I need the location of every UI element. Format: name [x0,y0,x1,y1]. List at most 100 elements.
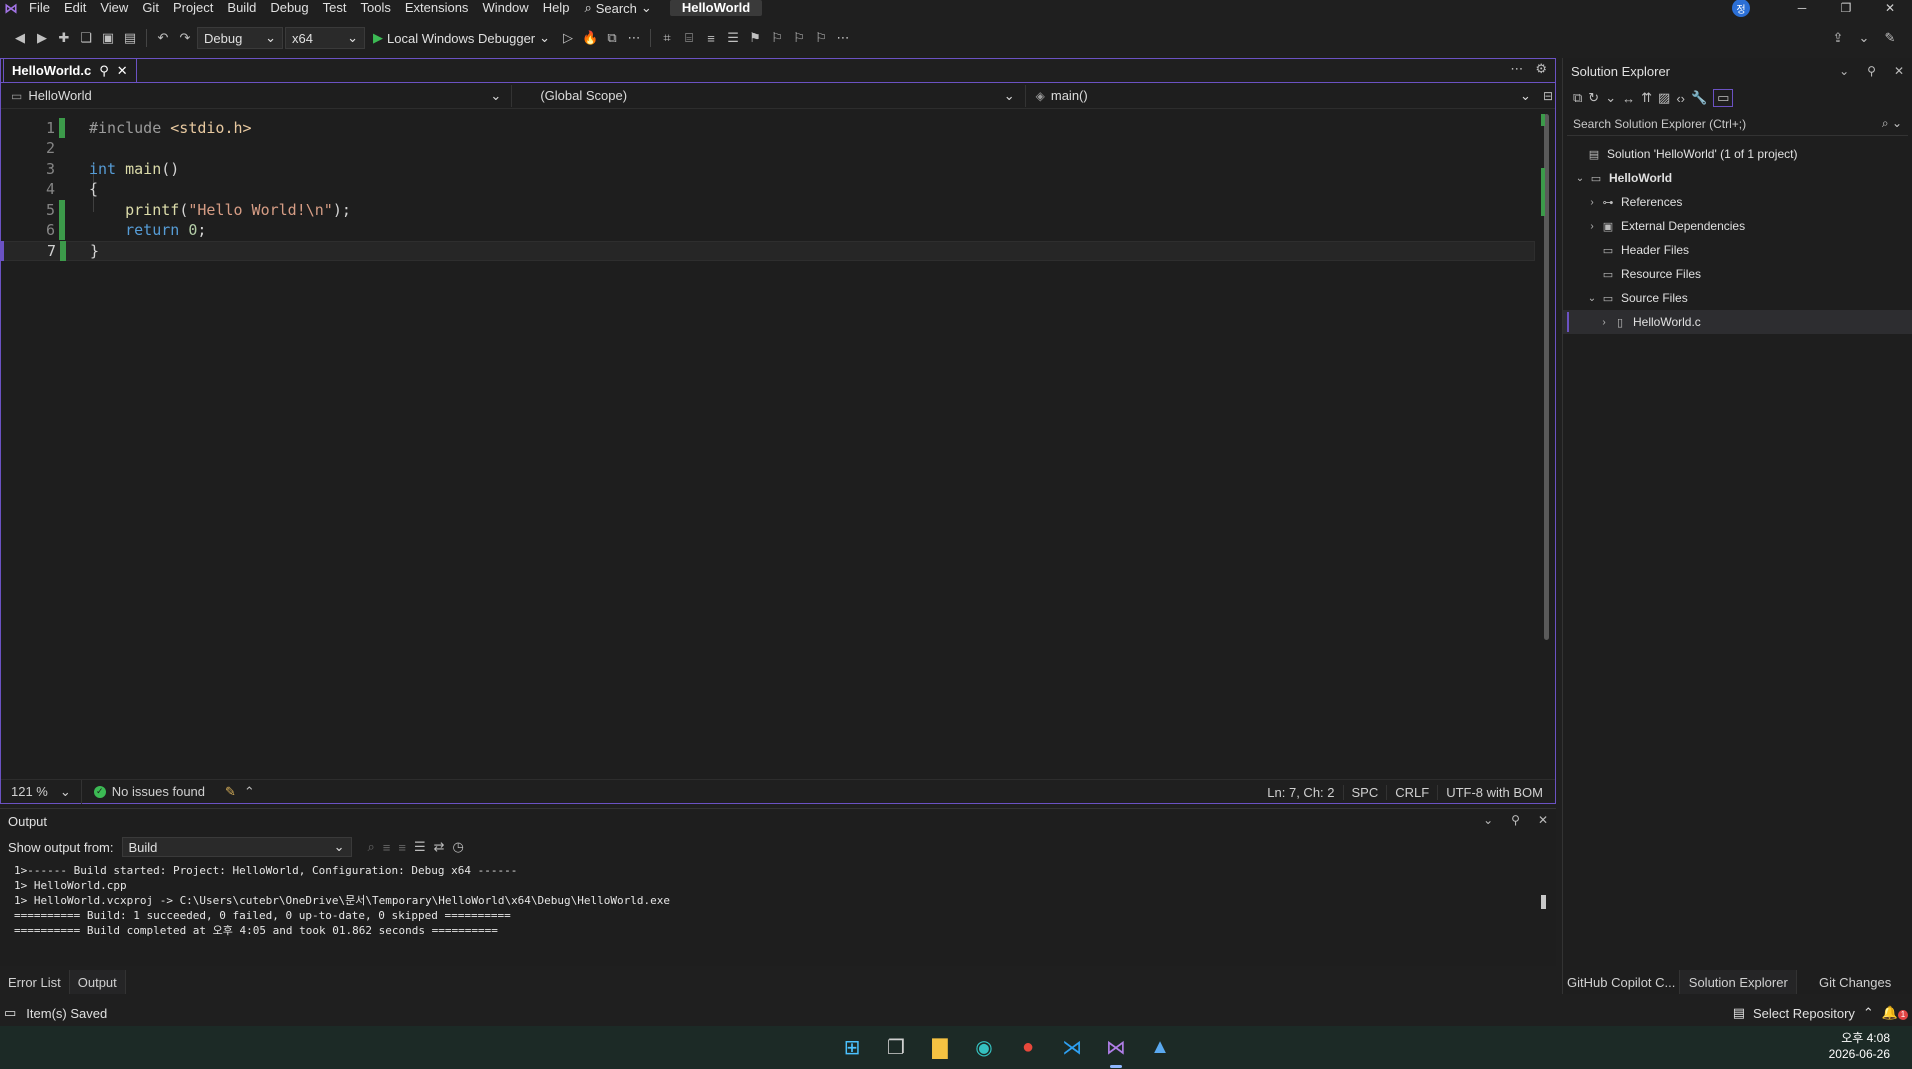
menu-project[interactable]: Project [166,0,220,16]
new-project-icon[interactable]: ✚ [54,28,74,48]
chevron-right-icon[interactable]: › [1585,197,1599,208]
chevron-down-icon[interactable]: ⌄ [1573,173,1587,184]
more-icon[interactable]: ⋯ [1510,61,1523,77]
chevron-down-icon[interactable]: ⌄ [1839,64,1849,78]
tree-item-header-files[interactable]: ▭ Header Files [1563,238,1912,262]
switch-views-icon[interactable]: ⧉ [1573,90,1582,106]
pin-icon[interactable]: ⚲ [99,63,109,79]
find-message-icon[interactable]: ⌕ [368,839,375,855]
prev-message-icon[interactable]: ≡ [383,840,391,855]
vscode-icon[interactable]: ⋊ [1058,1034,1086,1062]
preview-icon[interactable]: ▭ [1713,89,1734,107]
pin-icon[interactable]: ⚲ [1867,64,1876,78]
collapse-all-icon[interactable]: ⇈ [1641,90,1652,106]
gear-icon[interactable]: ⚙ [1535,61,1547,77]
close-window-button[interactable]: ✕ [1868,1,1912,15]
file-encoding[interactable]: UTF-8 with BOM [1437,784,1551,800]
code-area[interactable]: 1 #include <stdio.h> 2 3 int main() 4 { … [1,110,1555,778]
next-bookmark-icon[interactable]: ⚐ [789,28,809,48]
cursor-position[interactable]: Ln: 7, Ch: 2 [1259,785,1342,800]
code-line-1[interactable]: 1 #include <stdio.h> [1,118,1535,138]
tab-git-changes[interactable]: Git Changes [1797,970,1912,994]
live-share-icon[interactable]: ⇪ [1828,28,1848,48]
save-all-icon[interactable]: ▤ [120,28,140,48]
menu-view[interactable]: View [93,0,135,16]
wrench-icon[interactable]: 🔧 [1691,90,1707,106]
platform-dropdown[interactable]: x64 ⌄ [285,27,365,49]
menu-window[interactable]: Window [475,0,535,16]
tree-item-project[interactable]: ⌄ ▭ HelloWorld [1563,166,1912,190]
open-file-icon[interactable]: ❏ [76,28,96,48]
menu-help[interactable]: Help [536,0,577,16]
tree-item-solution[interactable]: ▤ Solution 'HelloWorld' (1 of 1 project) [1563,142,1912,166]
back-icon[interactable]: ◀ [10,28,30,48]
sync-with-document-icon[interactable]: ↔ [1622,91,1635,106]
more-icon[interactable]: ⋯ [624,28,644,48]
show-all-files-icon[interactable]: ▨ [1658,90,1670,106]
tab-solution-explorer[interactable]: Solution Explorer [1679,970,1798,994]
tab-error-list[interactable]: Error List [0,970,69,994]
pin-icon[interactable]: ⚲ [1511,813,1520,827]
configuration-dropdown[interactable]: Debug ⌄ [197,27,283,49]
chevron-down-icon[interactable]: ⌄ [1585,293,1599,304]
close-icon[interactable]: ✕ [1538,813,1548,827]
select-repository[interactable]: Select Repository [1753,1006,1855,1021]
split-editor-icon[interactable]: ⊟ [1541,89,1555,103]
file-explorer-icon[interactable]: ▇ [926,1034,954,1062]
code-line-5[interactable]: 5 printf("Hello World!\n"); [1,200,1535,220]
menu-tools[interactable]: Tools [353,0,397,16]
tab-github-copilot-chat[interactable]: GitHub Copilot C... [1563,970,1679,994]
start-without-debugging-icon[interactable]: ▷ [558,28,578,48]
minimize-button[interactable]: ─ [1780,1,1824,15]
browse-icon[interactable]: ⧉ [602,28,622,48]
scope-dropdown[interactable]: (Global Scope) ⌄ [512,84,1026,107]
outdent-icon[interactable]: ≡ [701,28,721,48]
chevron-up-icon[interactable]: ⌃ [244,784,255,800]
more-icon[interactable]: ⋯ [833,28,853,48]
code-line-6[interactable]: 6 return 0; [1,220,1535,240]
issues-indicator[interactable]: ✓ No issues found [82,784,217,799]
scrollbar-thumb[interactable] [1541,895,1546,909]
tree-item-helloworld-c[interactable]: › ▯ HelloWorld.c [1563,310,1912,334]
output-scrollbar[interactable] [1538,869,1548,949]
message-icon[interactable]: ▭ [4,1005,16,1021]
feedback-icon[interactable]: ✎ [1880,28,1900,48]
tree-item-source-files[interactable]: ⌄ ▭ Source Files [1563,286,1912,310]
tree-item-resource-files[interactable]: ▭ Resource Files [1563,262,1912,286]
code-line-2[interactable]: 2 [1,138,1535,158]
menu-extensions[interactable]: Extensions [398,0,476,16]
word-wrap-icon[interactable]: ⇄ [434,839,445,855]
chevron-right-icon[interactable]: › [1585,221,1599,232]
editor-scrollbar[interactable] [1541,114,1551,640]
prev-bookmark-icon[interactable]: ⚐ [767,28,787,48]
bookmark-icon[interactable]: ⚑ [745,28,765,48]
hot-reload-icon[interactable]: 🔥 [580,28,600,48]
menu-test[interactable]: Test [316,0,354,16]
uncomment-icon[interactable]: ⌸ [679,28,699,48]
task-view-icon[interactable]: ❐ [882,1034,910,1062]
chevron-right-icon[interactable]: › [1597,317,1611,328]
edge-browser-icon[interactable]: ◉ [970,1034,998,1062]
menu-git[interactable]: Git [135,0,166,16]
tree-item-references[interactable]: › ⊶ References [1563,190,1912,214]
menu-edit[interactable]: Edit [57,0,93,16]
sync-icon[interactable]: ↻ [1588,90,1599,106]
redo-icon[interactable]: ↷ [175,28,195,48]
code-line-3[interactable]: 3 int main() [1,159,1535,179]
next-message-icon[interactable]: ≡ [398,840,406,855]
output-text[interactable]: 1>------ Build started: Project: HelloWo… [0,861,1556,940]
clear-bookmarks-icon[interactable]: ⚐ [811,28,831,48]
powerpoint-icon[interactable]: ● [1014,1034,1042,1062]
tab-output[interactable]: Output [68,970,126,994]
chevron-down-icon[interactable]: ⌄ [1483,813,1493,827]
menu-search[interactable]: ⌕ Search ⌄ [576,0,659,16]
menu-debug[interactable]: Debug [263,0,315,16]
forward-icon[interactable]: ▶ [32,28,52,48]
line-endings[interactable]: CRLF [1386,784,1437,800]
avatar[interactable]: 정 [1732,0,1750,17]
chevron-down-icon[interactable]: ⌄ [1854,28,1874,48]
view-code-icon[interactable]: ‹› [1676,91,1685,106]
menu-build[interactable]: Build [220,0,263,16]
solution-search-input[interactable]: Search Solution Explorer (Ctrl+;) ⌕ ⌄ [1567,112,1908,136]
start-debugging-button[interactable]: ▶ Local Windows Debugger ⌄ [367,30,556,46]
